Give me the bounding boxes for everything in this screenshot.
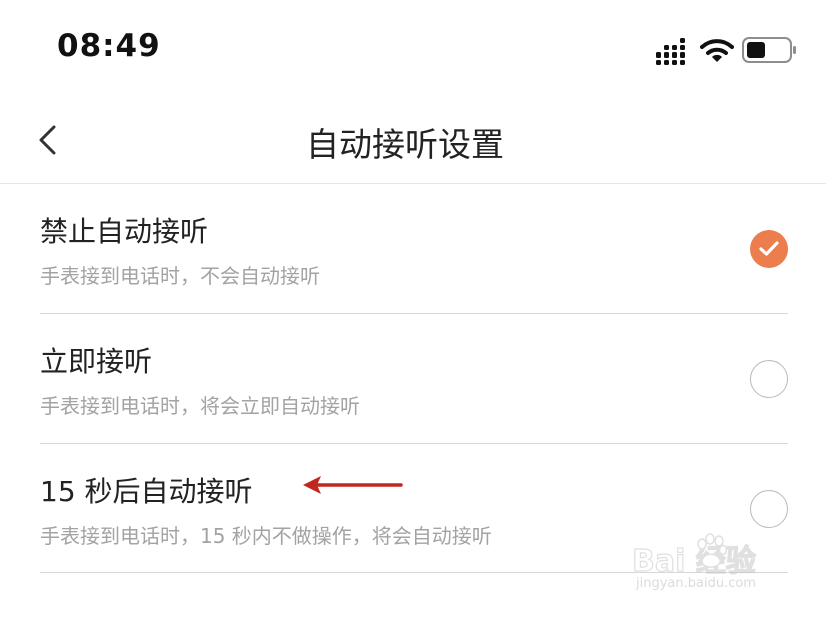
option-list: 禁止自动接听 手表接到电话时，不会自动接听 立即接听 手表接到电话时，将会立即自… <box>40 184 788 573</box>
option-description: 手表接到电话时，将会立即自动接听 <box>40 394 360 418</box>
status-bar: 08:49 <box>0 0 826 100</box>
option-title: 立即接听 <box>40 345 153 378</box>
option-answer-immediately[interactable]: 立即接听 手表接到电话时，将会立即自动接听 <box>40 314 788 444</box>
cellular-signal-icon <box>656 38 685 65</box>
annotation-arrow-icon <box>303 476 403 494</box>
wifi-icon <box>700 39 734 62</box>
status-time: 08:49 <box>57 28 161 64</box>
radio-unselected[interactable] <box>750 360 788 398</box>
option-title: 15 秒后自动接听 <box>40 475 253 508</box>
option-description: 手表接到电话时，不会自动接听 <box>40 264 320 288</box>
option-description: 手表接到电话时，15 秒内不做操作，将会自动接听 <box>40 524 492 548</box>
checkmark-icon <box>759 241 779 256</box>
status-icons <box>656 36 796 66</box>
watermark: Bai 经验 jingyan.baidu.com <box>631 528 792 603</box>
watermark-url: jingyan.baidu.com <box>636 576 756 591</box>
radio-unselected[interactable] <box>750 490 788 528</box>
battery-icon <box>742 37 796 63</box>
page-title: 自动接听设置 <box>306 125 504 164</box>
nav-bar: 自动接听设置 <box>0 100 826 184</box>
radio-selected[interactable] <box>750 230 788 268</box>
option-disable-auto-answer[interactable]: 禁止自动接听 手表接到电话时，不会自动接听 <box>40 184 788 314</box>
paw-logo-icon <box>697 533 728 568</box>
option-title: 禁止自动接听 <box>40 215 209 248</box>
